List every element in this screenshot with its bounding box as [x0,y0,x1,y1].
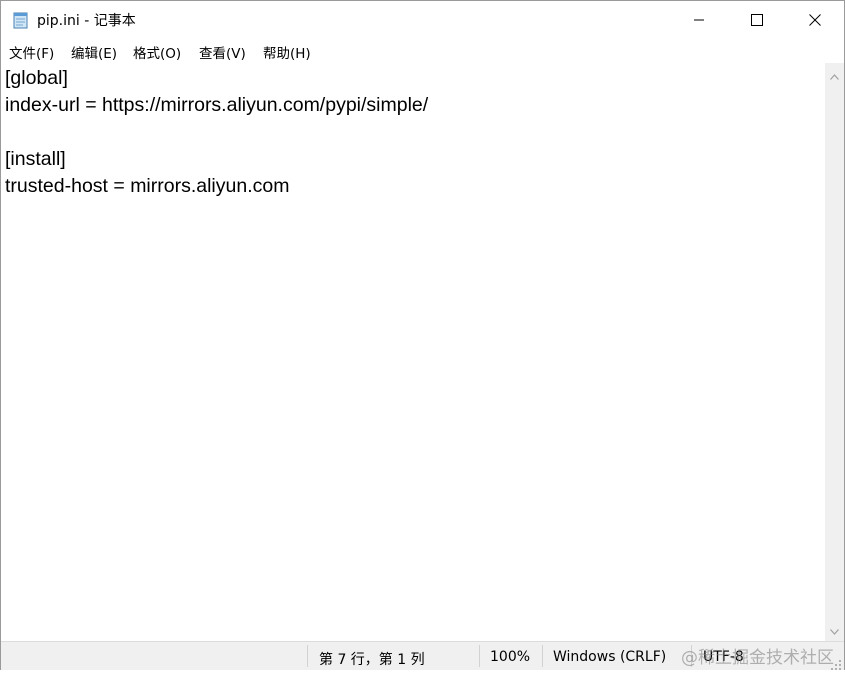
maximize-icon [751,14,763,26]
title-bar[interactable]: pip.ini - 记事本 [1,1,844,39]
close-button[interactable] [786,1,844,39]
editor-content[interactable]: [global] index-url = https://mirrors.ali… [5,65,428,200]
menu-edit[interactable]: 编辑(E) [71,42,117,62]
chevron-up-icon [830,65,839,84]
status-divider [691,645,692,667]
menu-help[interactable]: 帮助(H) [263,42,311,62]
resize-grip-icon[interactable] [830,656,842,670]
status-bar: 第 7 行，第 1 列 100% Windows (CRLF) UTF-8 [1,641,844,670]
menu-file[interactable]: 文件(F) [9,42,54,62]
minimize-button[interactable] [670,1,728,39]
notepad-window: pip.ini - 记事本 文件(F) 编辑(E) 格式(O) 查看(V) 帮助… [0,0,845,670]
status-divider [307,645,308,667]
menu-view[interactable]: 查看(V) [199,42,246,62]
close-icon [809,14,821,26]
status-encoding: UTF-8 [703,649,744,665]
status-zoom: 100% [490,649,531,665]
text-editor-area[interactable]: [global] index-url = https://mirrors.ali… [1,63,825,641]
scroll-up-button[interactable] [825,65,844,84]
window-title: pip.ini - 记事本 [37,13,136,29]
status-line-ending: Windows (CRLF) [553,649,667,665]
status-divider [479,645,480,667]
status-divider [542,645,543,667]
menu-format[interactable]: 格式(O) [133,42,181,62]
minimize-icon [693,14,705,26]
vertical-scrollbar[interactable] [825,63,844,641]
maximize-button[interactable] [728,1,786,39]
menu-bar: 文件(F) 编辑(E) 格式(O) 查看(V) 帮助(H) [1,39,844,63]
notepad-icon [12,11,29,29]
status-cursor-position: 第 7 行，第 1 列 [319,652,425,668]
chevron-down-icon [830,620,839,639]
scroll-down-button[interactable] [825,620,844,639]
